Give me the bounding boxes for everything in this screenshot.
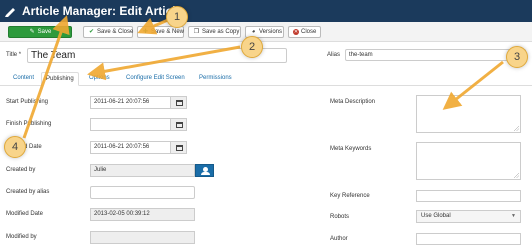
- author-label: Author: [330, 236, 348, 242]
- tab-content[interactable]: Content: [9, 72, 38, 86]
- created-by-input: Julie: [90, 164, 195, 177]
- alias-label: Alias: [327, 52, 341, 58]
- callout-4: 4: [4, 136, 26, 158]
- meta-description-textarea[interactable]: [416, 95, 521, 133]
- callout-1: 1: [166, 6, 188, 28]
- finish-publishing-label: Finish Publishing: [6, 121, 52, 127]
- author-input[interactable]: [416, 233, 521, 245]
- toolbar: ✎ Save ✔ Save & Close ✚ Save & New ❐ Save as…: [0, 22, 532, 42]
- robots-label: Robots: [330, 214, 350, 220]
- tab-bar: Content Publishing Options Configure Edi…: [0, 69, 532, 86]
- save-label: Save: [37, 29, 52, 35]
- meta-keywords-label: Meta Keywords: [330, 146, 372, 152]
- close-icon: ✕: [293, 29, 299, 35]
- start-publishing-input[interactable]: 2011-06-21 20:07:56: [90, 96, 171, 109]
- edit-pencil-icon: [5, 8, 15, 17]
- tab-options[interactable]: Options: [85, 72, 114, 86]
- checkmark-icon: ✔: [88, 29, 95, 35]
- robots-selected-value: Use Global: [421, 213, 451, 219]
- created-by-alias-label: Created by alias: [6, 189, 50, 195]
- close-label: Close: [301, 29, 317, 35]
- callout-2: 2: [241, 36, 263, 58]
- start-publishing-calendar-button[interactable]: [170, 96, 187, 109]
- calendar-icon: [176, 122, 183, 128]
- created-by-label: Created by: [6, 167, 36, 173]
- alias-input[interactable]: the-team: [345, 49, 526, 61]
- created-by-alias-input[interactable]: [90, 186, 195, 199]
- save-button[interactable]: ✎ Save: [8, 26, 72, 38]
- tab-publishing[interactable]: Publishing: [41, 72, 79, 86]
- tab-permissions[interactable]: Permissions: [195, 72, 236, 86]
- tab-configure-edit-screen[interactable]: Configure Edit Screen: [122, 72, 189, 86]
- copy-icon: ❐: [193, 29, 200, 35]
- meta-description-label: Meta Description: [330, 99, 376, 105]
- robots-select[interactable]: Use Global ▼: [416, 210, 521, 223]
- select-user-button[interactable]: [195, 164, 214, 177]
- key-reference-input[interactable]: [416, 190, 521, 202]
- save-copy-label: Save as Copy: [202, 29, 240, 35]
- app-header: Article Manager: Edit Article: [0, 0, 532, 22]
- modified-by-label: Modified by: [6, 234, 37, 240]
- modified-date-label: Modified Date: [6, 211, 44, 217]
- start-publishing-label: Start Publishing: [6, 99, 49, 105]
- chevron-down-icon: ▼: [511, 213, 516, 219]
- versions-label: Versions: [259, 29, 283, 35]
- resize-handle-icon[interactable]: [514, 173, 519, 178]
- close-button[interactable]: ✕ Close: [288, 26, 321, 38]
- title-label: Title *: [6, 52, 22, 58]
- meta-keywords-textarea[interactable]: [416, 142, 521, 180]
- created-date-calendar-button[interactable]: [170, 141, 187, 154]
- save-close-label: Save & Close: [97, 29, 134, 35]
- finish-publishing-calendar-button[interactable]: [170, 118, 187, 131]
- save-copy-button[interactable]: ❐ Save as Copy: [188, 26, 241, 38]
- modified-by-input: [90, 231, 195, 244]
- resize-handle-icon[interactable]: [514, 126, 519, 131]
- plus-icon: ✚: [142, 29, 149, 35]
- created-date-input[interactable]: 2011-06-21 20:07:56: [90, 141, 171, 154]
- save-new-label: Save & New: [151, 29, 185, 35]
- save-close-button[interactable]: ✔ Save & Close: [83, 26, 133, 38]
- modified-date-input: 2013-02-05 00:39:12: [90, 208, 195, 221]
- save-icon: ✎: [29, 29, 35, 35]
- key-reference-label: Key Reference: [330, 193, 370, 199]
- calendar-icon: [176, 145, 183, 151]
- calendar-icon: [176, 100, 183, 106]
- finish-publishing-input[interactable]: [90, 118, 171, 131]
- page-title: Article Manager: Edit Article: [22, 4, 183, 18]
- callout-3: 3: [506, 46, 528, 68]
